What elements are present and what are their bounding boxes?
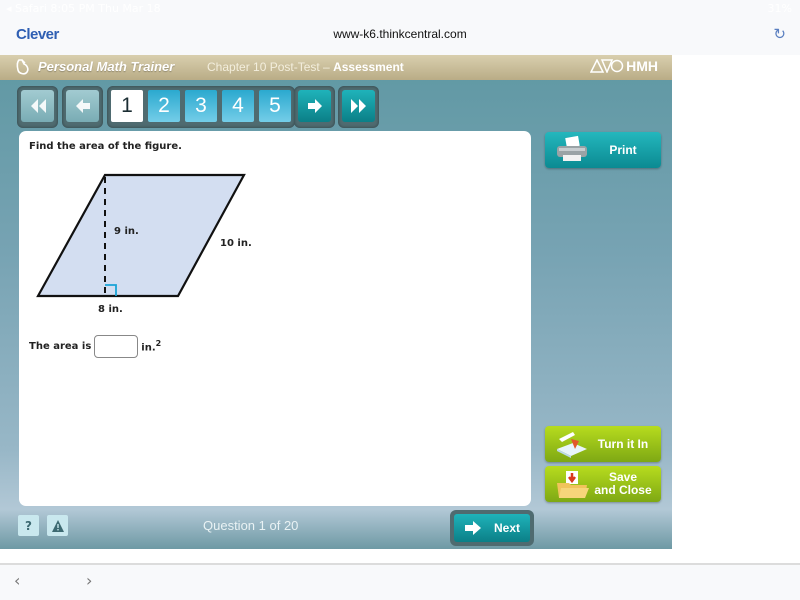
unit-exponent: 2 (155, 339, 162, 349)
warning-icon (51, 519, 64, 532)
status-bar-left: ◂ Safari 8:05 PM Thu Mar 18 (6, 2, 161, 15)
save-folder-icon (557, 471, 589, 498)
status-bar: ◂ Safari 8:05 PM Thu Mar 18 31% (0, 0, 800, 18)
unit-text: in. (141, 342, 156, 354)
page-button-1[interactable]: 1 (111, 90, 143, 122)
save-and-close-button[interactable]: Save and Close (545, 466, 661, 502)
hmh-shapes-icon (590, 59, 624, 73)
answer-unit: in.2 (141, 339, 161, 353)
browser-back-button[interactable]: ‹ (14, 571, 20, 590)
question-counter: Question 1 of 20 (203, 518, 299, 533)
reload-icon[interactable]: ↻ (773, 25, 786, 43)
first-question-button[interactable] (21, 90, 54, 122)
side-label: 10 in. (220, 238, 252, 249)
save-and-close-label: Save and Close (591, 471, 661, 497)
browser-forward-button[interactable]: › (86, 571, 92, 590)
next-button[interactable]: Next (454, 514, 530, 542)
hmh-logo: HMH (590, 58, 658, 74)
double-chevron-left-icon (30, 99, 46, 113)
pmt-logo-icon (16, 59, 29, 75)
chapter-label: Chapter 10 Post-Test – (207, 60, 334, 74)
print-button[interactable]: Print (545, 132, 661, 168)
arrow-right-icon (307, 99, 322, 113)
double-chevron-right-icon (350, 99, 366, 113)
brand-title: Personal Math Trainer (38, 59, 175, 74)
printer-icon (557, 135, 587, 161)
parallelogram-figure: 9 in. 10 in. 8 in. (34, 171, 264, 315)
first-page-group (17, 86, 58, 128)
page-button-3[interactable]: 3 (185, 90, 217, 122)
next-label: Next (494, 521, 521, 535)
page-button-5[interactable]: 5 (259, 90, 291, 122)
battery-level: 31% (767, 2, 792, 15)
publisher-label: HMH (626, 58, 658, 74)
arrow-right-icon (465, 521, 481, 535)
browser-toolbar: ‹ › (0, 563, 800, 600)
next-page-group (294, 86, 335, 128)
help-icon: ? (25, 518, 32, 533)
answer-prefix: The area is (29, 341, 92, 352)
page-button-2[interactable]: 2 (148, 90, 180, 122)
last-question-button[interactable] (342, 90, 375, 122)
url-field[interactable]: www-k6.thinkcentral.com (0, 27, 800, 41)
page-button-4[interactable]: 4 (222, 90, 254, 122)
print-label: Print (609, 142, 637, 157)
next-question-nav-button[interactable] (298, 90, 331, 122)
save-line-1: Save (608, 470, 638, 484)
section-label: Assessment (333, 60, 404, 74)
parallelogram-shape (36, 173, 246, 298)
turn-it-in-button[interactable]: Turn it In (545, 426, 661, 462)
save-line-2: and Close (594, 483, 652, 497)
alert-button[interactable] (47, 515, 68, 536)
answer-row: The area is in.2 (29, 335, 161, 358)
app-header: Personal Math Trainer Chapter 10 Post-Te… (0, 55, 672, 80)
area-answer-input[interactable] (94, 335, 139, 358)
turn-it-in-label: Turn it In (597, 436, 649, 451)
question-card: Find the area of the figure. 9 in. 10 in… (19, 131, 531, 506)
prev-page-group (62, 86, 103, 128)
submit-tray-icon (557, 432, 587, 458)
base-label: 8 in. (98, 304, 123, 315)
assessment-title: Chapter 10 Post-Test – Assessment (207, 60, 404, 74)
last-page-group (338, 86, 379, 128)
height-label: 9 in. (114, 226, 139, 237)
next-button-frame: Next (450, 510, 534, 546)
parallelogram-diagram (36, 173, 246, 298)
arrow-left-icon (75, 99, 90, 113)
page-number-group: 1 2 3 4 5 (107, 86, 295, 128)
help-button[interactable]: ? (18, 515, 39, 536)
question-prompt: Find the area of the figure. (29, 141, 182, 152)
browser-address-bar: Clever www-k6.thinkcentral.com ↻ (0, 18, 800, 55)
previous-question-button[interactable] (66, 90, 99, 122)
